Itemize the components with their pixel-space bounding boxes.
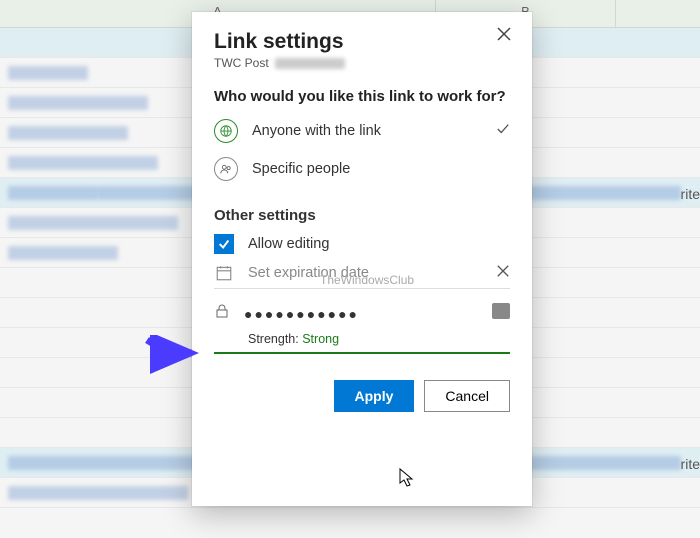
lock-icon xyxy=(214,303,230,324)
checkmark-icon xyxy=(496,122,510,141)
allow-editing-checkbox[interactable] xyxy=(214,234,234,254)
blurred-text xyxy=(275,58,345,69)
password-input[interactable]: ●●●●●●●●●●● xyxy=(244,306,510,322)
keyboard-icon[interactable] xyxy=(492,303,510,319)
watermark: TheWindowsClub xyxy=(320,273,414,287)
other-settings-heading: Other settings xyxy=(214,207,510,224)
option-anyone-with-link[interactable]: Anyone with the link xyxy=(214,119,510,143)
access-question: Who would you like this link to work for… xyxy=(214,88,510,105)
close-icon xyxy=(496,264,510,278)
close-icon xyxy=(496,26,512,42)
password-strength: Strength: Strong xyxy=(248,332,339,346)
cancel-button[interactable]: Cancel xyxy=(424,380,510,412)
apply-button[interactable]: Apply xyxy=(334,380,415,412)
option-specific-people[interactable]: Specific people xyxy=(214,157,510,181)
cursor-icon xyxy=(398,467,418,491)
password-row[interactable]: ●●●●●●●●●●● Strength: Strong xyxy=(214,303,510,354)
annotation-arrow xyxy=(142,335,202,375)
allow-editing-row[interactable]: Allow editing xyxy=(214,234,510,254)
dialog-title: Link settings xyxy=(214,30,510,54)
clear-expiration-button[interactable] xyxy=(496,264,510,283)
dialog-subtitle: TWC Post xyxy=(214,56,510,70)
allow-editing-label: Allow editing xyxy=(248,236,329,252)
option-label: Specific people xyxy=(252,161,350,177)
check-icon xyxy=(217,237,231,251)
people-icon xyxy=(214,157,238,181)
dialog-actions: Apply Cancel xyxy=(214,380,510,412)
calendar-icon xyxy=(214,264,234,282)
option-label: Anyone with the link xyxy=(252,123,381,139)
close-button[interactable] xyxy=(496,26,516,46)
link-settings-dialog: Link settings TWC Post Who would you lik… xyxy=(192,12,532,506)
globe-icon xyxy=(214,119,238,143)
